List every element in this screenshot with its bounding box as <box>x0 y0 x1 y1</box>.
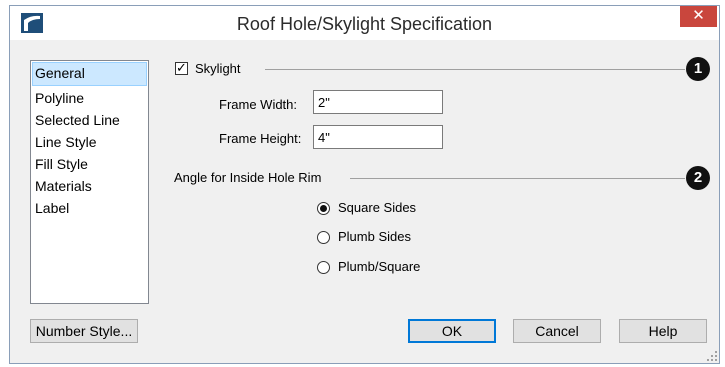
category-list[interactable]: General Polyline Selected Line Line Styl… <box>30 60 149 304</box>
ok-button[interactable]: OK <box>408 319 496 343</box>
dialog-window: Roof Hole/Skylight Specification ✕ Gener… <box>9 5 720 364</box>
frame-height-label: Frame Height: <box>219 131 302 146</box>
angle-group-label: Angle for Inside Hole Rim <box>174 170 322 185</box>
list-item-selected-line[interactable]: Selected Line <box>31 109 148 131</box>
callout-marker-2: 2 <box>686 166 710 190</box>
close-button[interactable]: ✕ <box>680 6 717 27</box>
list-item-general[interactable]: General <box>32 62 147 86</box>
resize-grip-icon[interactable] <box>707 351 717 361</box>
callout-marker-1: 1 <box>686 57 710 81</box>
title-bar[interactable]: Roof Hole/Skylight Specification ✕ <box>10 6 719 40</box>
frame-height-input[interactable] <box>313 125 443 149</box>
checkmark-icon: ✓ <box>176 60 187 75</box>
radio-selected-dot <box>320 205 327 212</box>
frame-width-input[interactable] <box>313 90 443 114</box>
square-sides-label: Square Sides <box>338 200 417 215</box>
list-item-line-style[interactable]: Line Style <box>31 131 148 153</box>
list-item-materials[interactable]: Materials <box>31 175 148 197</box>
skylight-checkbox[interactable]: ✓ <box>175 60 188 75</box>
list-item-fill-style[interactable]: Fill Style <box>31 153 148 175</box>
skylight-group-divider <box>265 69 685 70</box>
close-icon: ✕ <box>692 7 705 24</box>
angle-group-divider <box>350 178 685 179</box>
plumb-sides-label: Plumb Sides <box>338 229 411 244</box>
skylight-label: Skylight <box>195 61 241 76</box>
help-button[interactable]: Help <box>619 319 707 343</box>
frame-width-label: Frame Width: <box>219 97 298 112</box>
list-item-polyline[interactable]: Polyline <box>31 87 148 109</box>
plumb-square-label: Plumb/Square <box>338 259 421 274</box>
plumb-square-radio[interactable] <box>317 261 330 274</box>
list-item-label[interactable]: Label <box>31 197 148 219</box>
square-sides-radio[interactable] <box>317 202 330 215</box>
dialog-body: General Polyline Selected Line Line Styl… <box>10 40 719 363</box>
number-style-button[interactable]: Number Style... <box>30 319 138 343</box>
cancel-button[interactable]: Cancel <box>513 319 601 343</box>
plumb-sides-radio[interactable] <box>317 231 330 244</box>
window-title: Roof Hole/Skylight Specification <box>236 14 493 34</box>
